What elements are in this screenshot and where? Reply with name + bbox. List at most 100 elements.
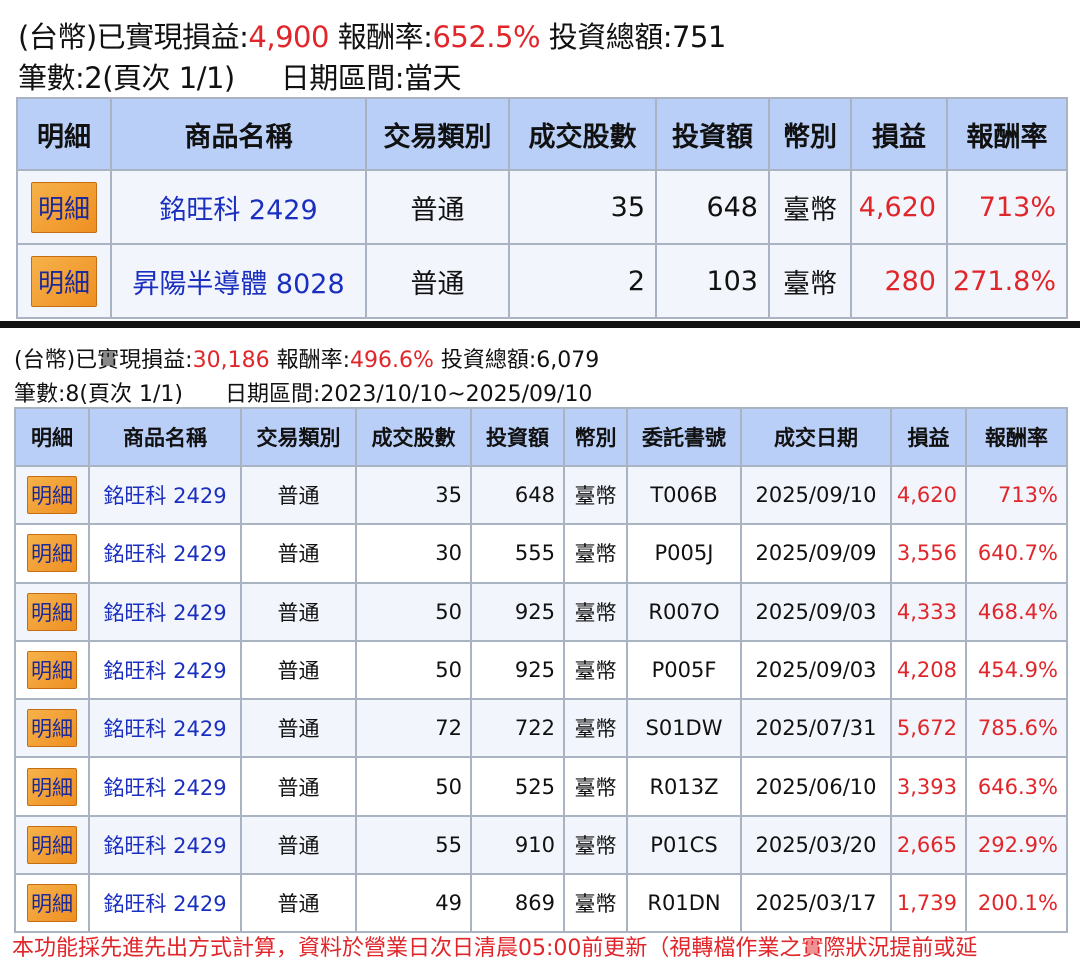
column-header: 明細 — [14, 407, 90, 467]
date-cell: 2025/03/20 — [740, 814, 892, 876]
detail-button[interactable]: 明細 — [27, 651, 77, 690]
pnl-cell: 3,556 — [890, 523, 967, 584]
date-cell: 2025/03/17 — [740, 873, 892, 934]
product-link[interactable]: 銘旺科 2429 — [88, 523, 242, 584]
detail-button[interactable]: 明細 — [27, 884, 77, 923]
detail-cell: 明細 — [14, 873, 90, 934]
product-link[interactable]: 銘旺科 2429 — [88, 814, 242, 876]
rate-cell: 640.7% — [965, 523, 1068, 584]
rate-cell: 646.3% — [965, 756, 1068, 817]
date-cell: 2025/09/09 — [740, 523, 892, 584]
table-row: 明細 銘旺科 2429 普通 30 555 臺幣 P005J 2025/09/09 3,556 6… — [14, 523, 1068, 584]
rate-cell: 292.9% — [965, 814, 1068, 876]
order-cell: P005J — [626, 523, 742, 584]
column-header: 投資額 — [470, 407, 565, 467]
date-cell: 2025/06/10 — [740, 756, 892, 817]
detail-button[interactable]: 明細 — [27, 534, 77, 573]
invest-cell: 925 — [470, 581, 565, 642]
detail-button[interactable]: 明細 — [30, 181, 97, 233]
product-link[interactable]: 銘旺科 2429 — [88, 756, 242, 817]
detail-cell: 明細 — [14, 464, 90, 526]
rate-cell: 713% — [965, 464, 1068, 526]
detail-button[interactable]: 明細 — [27, 709, 77, 748]
currency-cell: 臺幣 — [563, 581, 628, 642]
product-link[interactable]: 銘旺科 2429 — [88, 464, 242, 526]
date-cell: 2025/09/03 — [740, 581, 892, 642]
column-header: 成交日期 — [740, 407, 892, 467]
pnl-cell: 4,620 — [890, 464, 967, 526]
detail-button[interactable]: 明細 — [30, 255, 97, 307]
column-header: 商品名稱 — [110, 97, 367, 171]
column-header: 明細 — [16, 97, 112, 171]
pnl-value: 4,900 — [248, 20, 329, 54]
table-row: 明細 銘旺科 2429 普通 35 648 臺幣 T006B 2025/09/10 4,620 7… — [14, 464, 1068, 526]
order-cell: R007O — [626, 581, 742, 642]
column-header: 成交股數 — [508, 97, 657, 171]
pnl-cell: 5,672 — [890, 698, 967, 759]
currency-cell: 臺幣 — [563, 464, 628, 526]
shares-cell: 55 — [355, 814, 472, 876]
detail-cell: 明細 — [14, 523, 90, 584]
pnl-cell: 1,739 — [890, 873, 967, 934]
pnl-cell: 4,333 — [890, 581, 967, 642]
order-cell: R01DN — [626, 873, 742, 934]
invest-cell: 525 — [470, 756, 565, 817]
detail-button[interactable]: 明細 — [27, 825, 77, 864]
rate-cell: 713% — [946, 169, 1068, 245]
type-cell: 普通 — [240, 581, 357, 642]
detail-cell: 明細 — [14, 756, 90, 817]
type-cell: 普通 — [240, 814, 357, 876]
order-cell: P005F — [626, 639, 742, 701]
column-header: 幣別 — [768, 97, 852, 171]
currency-cell: 臺幣 — [563, 639, 628, 701]
detail-cell: 明細 — [16, 169, 112, 245]
type-cell: 普通 — [240, 873, 357, 934]
invest-total: 投資總額:6,079 — [433, 348, 600, 373]
type-cell: 普通 — [240, 464, 357, 526]
pnl-label: (台幣)已實現損益: — [14, 348, 193, 373]
order-cell: S01DW — [626, 698, 742, 759]
record-count: 筆數:2(頁次 1/1) — [18, 61, 235, 95]
detail-cell: 明細 — [16, 243, 112, 319]
currency-cell: 臺幣 — [563, 756, 628, 817]
shares-cell: 50 — [355, 581, 472, 642]
record-count: 筆數:8(頁次 1/1) — [14, 382, 183, 407]
date-cell: 2025/09/03 — [740, 639, 892, 701]
product-link[interactable]: 銘旺科 2429 — [88, 873, 242, 934]
product-link[interactable]: 銘旺科 2429 — [88, 698, 242, 759]
invest-cell: 103 — [655, 243, 770, 319]
currency-cell: 臺幣 — [563, 814, 628, 876]
table-row: 明細 銘旺科 2429 普通 50 925 臺幣 P005F 2025/09/03 4,208 4… — [14, 639, 1068, 701]
order-cell: P01CS — [626, 814, 742, 876]
invest-total: 投資總額:751 — [540, 20, 727, 54]
invest-cell: 555 — [470, 523, 565, 584]
date-cell: 2025/07/31 — [740, 698, 892, 759]
detail-button[interactable]: 明細 — [27, 592, 77, 631]
footnote: 本功能採先進先出方式計算，資料於營業日次日清晨05:00前更新（視轉檔作業之實際… — [12, 936, 978, 961]
history-meta: 筆數:8(頁次 1/1) 日期區間:2023/10/10~2025/09/10 — [14, 376, 592, 408]
product-link[interactable]: 銘旺科 2429 — [88, 581, 242, 642]
shares-cell: 72 — [355, 698, 472, 759]
rate-label: 報酬率: — [328, 20, 433, 54]
date-cell: 2025/09/10 — [740, 464, 892, 526]
date-range: 日期區間:2023/10/10~2025/09/10 — [224, 382, 593, 407]
column-header: 交易類別 — [240, 407, 357, 467]
history-summary: (台幣)已實現損益:30,186 報酬率:496.6% 投資總額:6,079 — [14, 342, 599, 374]
rate-cell: 785.6% — [965, 698, 1068, 759]
currency-cell: 臺幣 — [563, 873, 628, 934]
detail-button[interactable]: 明細 — [27, 767, 77, 806]
product-link[interactable]: 銘旺科 2429 — [88, 639, 242, 701]
column-header: 損益 — [890, 407, 967, 467]
invest-cell: 910 — [470, 814, 565, 876]
column-header: 商品名稱 — [88, 407, 242, 467]
pnl-cell: 4,208 — [890, 639, 967, 701]
product-link[interactable]: 昇陽半導體 8028 — [110, 243, 367, 319]
order-cell: R013Z — [626, 756, 742, 817]
table-row: 明細 銘旺科 2429 普通 72 722 臺幣 S01DW 2025/07/31 5,672 7… — [14, 698, 1068, 759]
detail-button[interactable]: 明細 — [27, 476, 77, 515]
table-row: 明細 銘旺科 2429 普通 55 910 臺幣 P01CS 2025/03/20 2,665 2… — [14, 814, 1068, 876]
product-link[interactable]: 銘旺科 2429 — [110, 169, 367, 245]
invest-cell: 648 — [655, 169, 770, 245]
column-header: 損益 — [850, 97, 948, 171]
currency-cell: 臺幣 — [563, 698, 628, 759]
